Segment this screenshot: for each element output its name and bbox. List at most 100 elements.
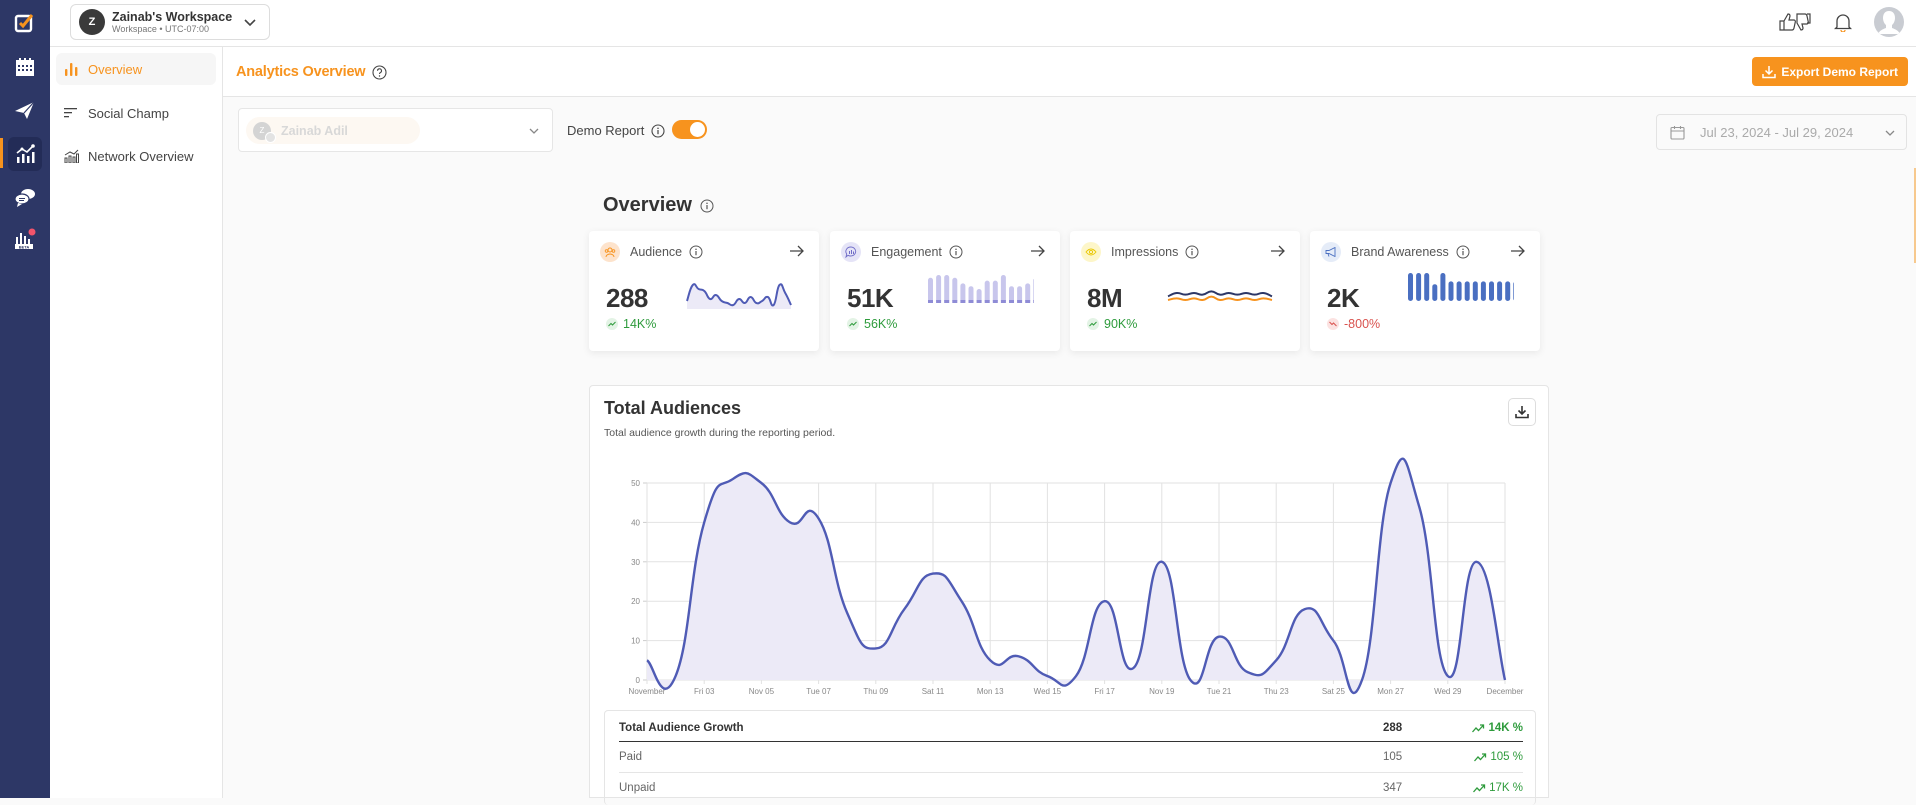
info-icon[interactable] [689, 245, 703, 259]
help-icon[interactable] [372, 64, 387, 80]
overview-title: Overview [603, 194, 714, 217]
sparkline-bar-base [1000, 300, 1006, 303]
sparkline-bar [984, 280, 990, 303]
sparkline-bar-base [960, 300, 966, 303]
sparkline-bar-base [1033, 300, 1034, 303]
sparkline-bar [1432, 284, 1438, 301]
card-delta: 14K% [606, 317, 656, 331]
trend-up-icon [847, 318, 859, 330]
rail-item-publish[interactable] [8, 93, 42, 127]
x-tick-label: November [629, 687, 666, 696]
info-icon[interactable] [700, 199, 714, 213]
x-tick-label: December [1487, 687, 1524, 696]
bar-chart-icon [65, 63, 78, 76]
app-rail: BETA [0, 0, 50, 798]
table-row: Total Audience Growth 288 14K % [619, 722, 1523, 734]
engagement-icon [841, 242, 861, 262]
rail-item-calendar[interactable] [8, 50, 42, 84]
beta-chart-icon: BETA [15, 228, 36, 249]
x-tick-label: Wed 29 [1434, 687, 1462, 696]
rail-active-indicator [0, 138, 3, 168]
table-row: Paid 105 105 % [619, 751, 1523, 763]
sidebar-item-overview[interactable]: Overview [56, 53, 216, 85]
y-tick-label: 0 [636, 676, 641, 685]
user-avatar[interactable] [1874, 7, 1904, 37]
sparkline-bar [1033, 278, 1034, 303]
arrow-right-icon[interactable] [1030, 244, 1046, 258]
demo-report-toggle[interactable] [672, 120, 707, 139]
audience-card[interactable]: Audience 288 14K% [589, 231, 819, 351]
sparkline-bar-base [968, 300, 974, 303]
sparkline-bar [1416, 273, 1422, 301]
trend-up-icon [1474, 752, 1487, 761]
account-avatar: Z [253, 121, 276, 143]
feedback-button[interactable] [1778, 12, 1812, 32]
card-value: 8M [1087, 283, 1123, 313]
card-label: Engagement [871, 245, 942, 259]
account-select[interactable]: Z Zainab Adil [238, 108, 553, 152]
sparkline-bar [944, 275, 950, 303]
impressions-sparkline [1167, 290, 1273, 302]
sidebar-item-social-champ[interactable]: Social Champ [56, 97, 216, 129]
twitter-badge-icon [265, 131, 276, 143]
sparkline-bar [928, 277, 933, 303]
rail-item-analytics[interactable] [8, 137, 42, 171]
rail-item-tasks[interactable] [8, 6, 42, 40]
x-tick-label: Thu 09 [863, 687, 888, 696]
card-label: Audience [630, 245, 683, 259]
sparkline-bar [1472, 281, 1478, 301]
engagement-card[interactable]: Engagement 51K 56K% [830, 231, 1060, 351]
table-row: Unpaid 347 17K % [619, 782, 1523, 794]
x-tick-label: Tue 07 [806, 687, 831, 696]
trend-up-icon [606, 318, 618, 330]
toggle-knob [690, 122, 705, 137]
card-value: 51K [847, 283, 894, 313]
trend-down-icon [1327, 318, 1339, 330]
sparkline-bar [1424, 273, 1430, 301]
info-icon[interactable] [651, 123, 665, 138]
total-audiences-panel: Total Audiences Total audience growth du… [589, 385, 1549, 805]
bell-icon [1834, 14, 1852, 32]
impressions-card[interactable]: Impressions 8M 90K% [1070, 231, 1300, 351]
x-tick-label: Mon 13 [977, 687, 1004, 696]
trend-up-icon [1472, 723, 1485, 732]
trend-up-icon [1473, 783, 1486, 792]
card-delta: 90K% [1087, 317, 1137, 331]
card-value: 288 [606, 283, 648, 313]
x-tick-label: Nov 05 [749, 687, 775, 696]
arrow-right-icon[interactable] [1270, 244, 1286, 258]
demo-report-label: Demo Report [567, 123, 665, 138]
sidebar-item-network-overview[interactable]: Network Overview [56, 140, 216, 172]
notifications-button[interactable] [1834, 12, 1852, 32]
network-chart-icon [64, 149, 79, 163]
rail-item-inbox[interactable] [8, 180, 42, 214]
arrow-right-icon[interactable] [1510, 244, 1526, 258]
table-divider [619, 772, 1523, 773]
selected-account-chip: Z Zainab Adil [246, 117, 420, 144]
sparkline-bar [936, 275, 942, 303]
account-name: Zainab Adil [281, 123, 348, 138]
arrow-right-icon[interactable] [789, 244, 805, 258]
workspace-subtitle: Workspace • UTC-07:00 [112, 24, 210, 35]
export-report-button[interactable]: Export Demo Report [1752, 57, 1908, 86]
sparkline-bar [1489, 281, 1494, 301]
sparkline-bar-base [1025, 300, 1031, 303]
sparkline-bar-base [1017, 300, 1023, 303]
y-tick-label: 50 [631, 479, 640, 488]
workspace-name: Zainab's Workspace [112, 9, 233, 24]
workspace-switcher[interactable]: Z Zainab's Workspace Workspace • UTC-07:… [70, 4, 270, 40]
y-tick-label: 10 [631, 637, 640, 646]
chat-bubbles-icon [14, 189, 35, 207]
info-icon[interactable] [1185, 245, 1199, 259]
sparkline-bar [1408, 273, 1413, 301]
rail-item-beta-reports[interactable]: BETA [8, 222, 42, 256]
calendar-icon [1670, 125, 1685, 140]
date-range-picker[interactable]: Jul 23, 2024 - Jul 29, 2024 [1656, 114, 1907, 150]
audience-icon [600, 242, 620, 262]
info-icon[interactable] [1456, 245, 1470, 259]
x-tick-label: Fri 03 [694, 687, 715, 696]
info-icon[interactable] [949, 245, 963, 259]
brand-awareness-card[interactable]: Brand Awareness 2K -800% [1310, 231, 1540, 351]
svg-text:BETA: BETA [19, 244, 30, 249]
workspace-avatar: Z [79, 9, 105, 35]
